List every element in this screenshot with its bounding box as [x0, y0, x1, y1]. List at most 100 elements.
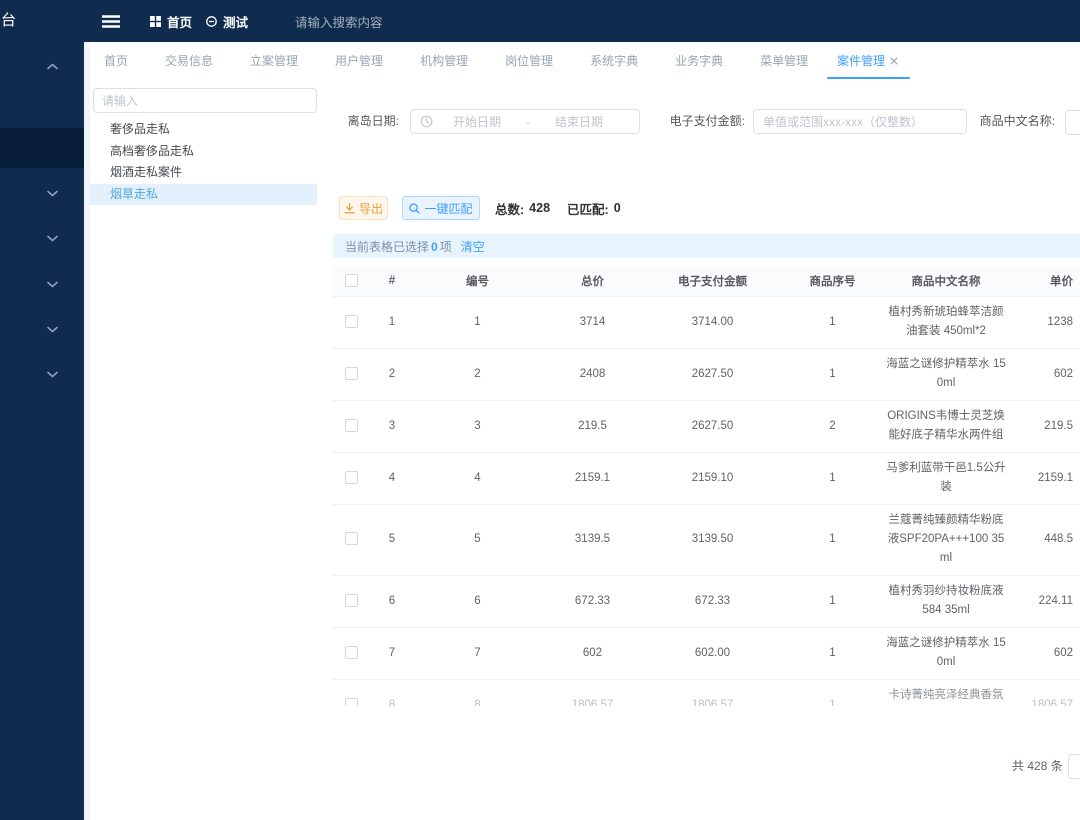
- table-cell: 海蓝之谜修护精萃水 150ml: [885, 348, 1007, 400]
- table-cell: 5: [415, 504, 540, 575]
- hamburger-menu-icon[interactable]: [102, 15, 120, 33]
- table-cell: 马爹利蓝带干邑1.5公升装: [885, 452, 1007, 504]
- table-cell: 1: [780, 504, 885, 575]
- name-filter-label: 商品中文名称:: [975, 109, 1055, 134]
- row-checkbox[interactable]: [345, 315, 358, 328]
- category-item[interactable]: 高档奢侈品走私: [90, 141, 317, 163]
- one-click-match-button[interactable]: 一键匹配: [402, 196, 480, 220]
- table-cell: 3714: [540, 296, 645, 348]
- table-cell: 2: [780, 400, 885, 452]
- category-list: 奢侈品走私高档奢侈品走私烟酒走私案件烟草走私: [90, 119, 317, 205]
- table-row: 2224082627.501海蓝之谜修护精萃水 150ml602: [333, 348, 1080, 400]
- column-header: #: [369, 266, 415, 296]
- tab-item[interactable]: 业务字典: [675, 52, 723, 69]
- date-end-placeholder[interactable]: 结束日期: [535, 113, 623, 130]
- chevron-down-icon[interactable]: [44, 185, 60, 201]
- table-cell: 1: [780, 452, 885, 504]
- table-cell: 兰蔻菁纯臻颜精华粉底液SPF20PA+++100 35 ml: [885, 504, 1007, 575]
- nav-home[interactable]: 首页: [150, 0, 192, 42]
- table-cell: 6: [415, 575, 540, 627]
- row-checkbox[interactable]: [345, 471, 358, 484]
- amount-input[interactable]: [753, 109, 967, 134]
- table-cell: 602: [1007, 627, 1080, 679]
- table-cell: 602: [540, 627, 645, 679]
- table-row: 442159.12159.101马爹利蓝带干邑1.5公升装2159.1: [333, 452, 1080, 504]
- table-cell: 5: [369, 504, 415, 575]
- page-size-select[interactable]: [1068, 754, 1080, 779]
- table-cell: 2: [369, 348, 415, 400]
- table-cell: 1806.57: [540, 679, 645, 706]
- category-item[interactable]: 烟草走私: [90, 184, 317, 206]
- export-button[interactable]: 导出: [339, 196, 388, 220]
- table-row: 77602602.001海蓝之谜修护精萃水 150ml602: [333, 627, 1080, 679]
- table-cell: 7: [415, 627, 540, 679]
- chevron-down-icon[interactable]: [44, 230, 60, 246]
- column-header: 电子支付金额: [645, 266, 780, 296]
- table-row: 66672.33672.331植村秀羽纱持妆粉底液 584 35ml224.11: [333, 575, 1080, 627]
- tab-item[interactable]: 立案管理: [250, 52, 298, 69]
- row-checkbox[interactable]: [345, 367, 358, 380]
- table-cell: 219.5: [540, 400, 645, 452]
- column-header: 单价: [1007, 266, 1080, 296]
- clock-icon: [420, 115, 433, 128]
- table-cell: 1: [780, 296, 885, 348]
- clear-selection-link[interactable]: 清空: [461, 238, 485, 255]
- chevron-up-icon[interactable]: [44, 58, 60, 74]
- nav-test[interactable]: 测试: [206, 0, 248, 42]
- table-cell: 1: [780, 575, 885, 627]
- column-header: 商品中文名称: [885, 266, 1007, 296]
- chevron-down-icon[interactable]: [44, 276, 60, 292]
- category-search-input[interactable]: [93, 88, 317, 113]
- global-search-input[interactable]: 请输入搜索内容: [295, 0, 383, 42]
- row-checkbox[interactable]: [345, 646, 358, 659]
- table-cell: 4: [415, 452, 540, 504]
- tab-item[interactable]: 系统字典: [590, 52, 638, 69]
- matched-value: 0: [614, 201, 621, 215]
- table-cell: 448.5: [1007, 504, 1080, 575]
- table-row: 1137143714.001植村秀新琥珀蜂萃洁颜油套装 450ml*21238: [333, 296, 1080, 348]
- category-item[interactable]: 奢侈品走私: [90, 119, 317, 141]
- tab-item[interactable]: 用户管理: [335, 52, 383, 69]
- tab-item[interactable]: 交易信息: [165, 52, 213, 69]
- table-cell: 2627.50: [645, 400, 780, 452]
- download-icon: [344, 203, 355, 214]
- logo-text: 台: [1, 12, 16, 30]
- table-cell: 672.33: [540, 575, 645, 627]
- selection-count: 0: [431, 240, 438, 254]
- chevron-down-icon[interactable]: [44, 366, 60, 382]
- table-cell: 672.33: [645, 575, 780, 627]
- row-checkbox[interactable]: [345, 532, 358, 545]
- close-icon[interactable]: [890, 57, 898, 65]
- tab-item[interactable]: 菜单管理: [760, 52, 808, 69]
- tab-item-active[interactable]: 案件管理: [837, 42, 898, 79]
- active-tab-label: 案件管理: [837, 52, 885, 69]
- row-checkbox[interactable]: [345, 419, 358, 432]
- table-cell: 1: [415, 296, 540, 348]
- select-all-checkbox[interactable]: [345, 274, 358, 287]
- total-value: 428: [529, 201, 550, 215]
- table-cell: 7: [369, 627, 415, 679]
- product-name-input[interactable]: [1065, 110, 1080, 135]
- matched-label: 已匹配:: [567, 199, 609, 218]
- table-cell: 6: [369, 575, 415, 627]
- chevron-down-icon[interactable]: [44, 321, 60, 337]
- table-cell: 2: [415, 348, 540, 400]
- date-range-picker[interactable]: 开始日期 - 结束日期: [410, 109, 640, 134]
- sidebar-selected-item[interactable]: [0, 128, 84, 168]
- table-cell: 3: [415, 400, 540, 452]
- category-item[interactable]: 烟酒走私案件: [90, 162, 317, 184]
- match-label: 一键匹配: [424, 200, 472, 217]
- table-cell: 1: [780, 348, 885, 400]
- date-start-placeholder[interactable]: 开始日期: [433, 113, 521, 130]
- table-cell: 2159.1: [540, 452, 645, 504]
- tab-item[interactable]: 首页: [104, 52, 128, 69]
- table-cell: 602: [1007, 348, 1080, 400]
- table-cell: ORIGINS韦博士灵芝焕能好底子精华水两件组: [885, 400, 1007, 452]
- table-cell: 3139.5: [540, 504, 645, 575]
- row-checkbox[interactable]: [345, 698, 358, 706]
- row-checkbox[interactable]: [345, 594, 358, 607]
- pagination-total: 共 428 条: [1012, 752, 1063, 780]
- tab-item[interactable]: 机构管理: [420, 52, 468, 69]
- tab-item[interactable]: 岗位管理: [505, 52, 553, 69]
- table-row: 33219.52627.502ORIGINS韦博士灵芝焕能好底子精华水两件组21…: [333, 400, 1080, 452]
